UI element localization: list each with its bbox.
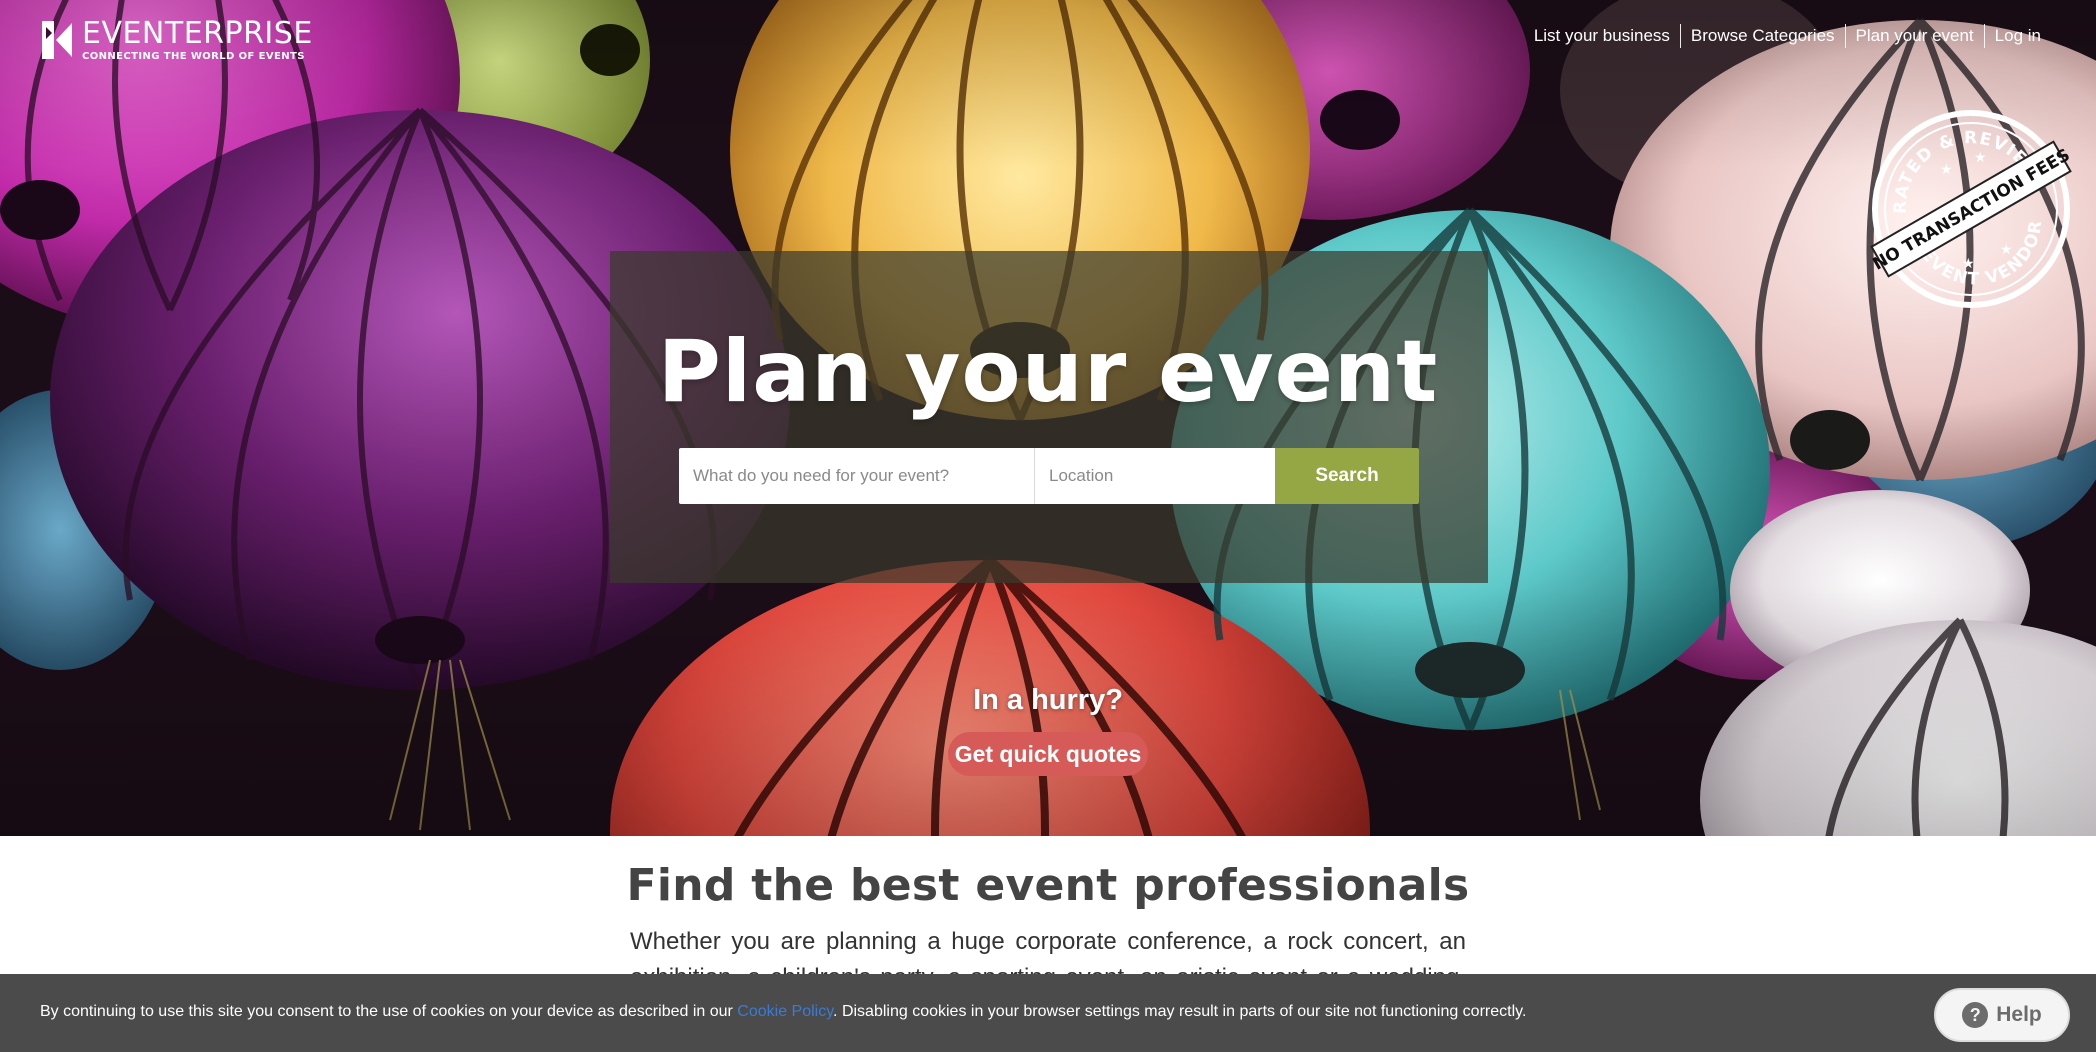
cookie-text-after: . Disabling cookies in your browser sett… <box>833 1003 1527 1020</box>
cookie-policy-link[interactable]: Cookie Policy <box>737 1003 833 1020</box>
in-a-hurry-text: In a hurry? <box>973 684 1123 716</box>
svg-text:★: ★ <box>1940 162 1953 178</box>
cookie-message: By continuing to use this site you conse… <box>40 1003 1526 1021</box>
hero-banner: EVENTERPRISE CONNECTING THE WORLD OF EVE… <box>0 0 2096 836</box>
nav-list-your-business[interactable]: List your business <box>1524 24 1680 48</box>
help-label: Help <box>1996 1003 2042 1026</box>
svg-text:★: ★ <box>1962 256 1975 272</box>
get-quick-quotes-button[interactable]: Get quick quotes <box>948 732 1148 776</box>
logo-mark-icon <box>42 21 72 59</box>
nav-plan-your-event[interactable]: Plan your event <box>1844 24 1984 48</box>
location-input[interactable] <box>1035 448 1275 504</box>
nav-log-in[interactable]: Log in <box>1983 24 2041 48</box>
service-search-input[interactable] <box>679 448 1035 504</box>
hero-title: Plan your event <box>657 322 1439 422</box>
cookie-text-before: By continuing to use this site you conse… <box>40 1003 738 1020</box>
brand-tagline: CONNECTING THE WORLD OF EVENTS <box>82 51 305 62</box>
rated-reviewed-badge: RATED & REVIEWED EVENT VENDORS ★★ ★★ NO … <box>1866 104 2074 308</box>
top-navigation: List your business Browse Categories Pla… <box>1524 24 2041 48</box>
search-bar: Search <box>679 448 1419 504</box>
svg-text:★: ★ <box>2000 242 2013 258</box>
svg-text:★: ★ <box>1974 150 1987 166</box>
brand-name: EVENTERPRISE <box>82 16 313 51</box>
cookie-consent-bar: By continuing to use this site you conse… <box>0 974 2096 1052</box>
intro-title: Find the best event professionals <box>626 860 1470 911</box>
brand-logo[interactable]: EVENTERPRISE CONNECTING THE WORLD OF EVE… <box>40 18 313 62</box>
nav-browse-categories[interactable]: Browse Categories <box>1679 24 1845 48</box>
question-icon: ? <box>1962 1002 1989 1028</box>
help-button[interactable]: ? Help <box>1934 988 2070 1042</box>
search-button[interactable]: Search <box>1275 448 1419 504</box>
